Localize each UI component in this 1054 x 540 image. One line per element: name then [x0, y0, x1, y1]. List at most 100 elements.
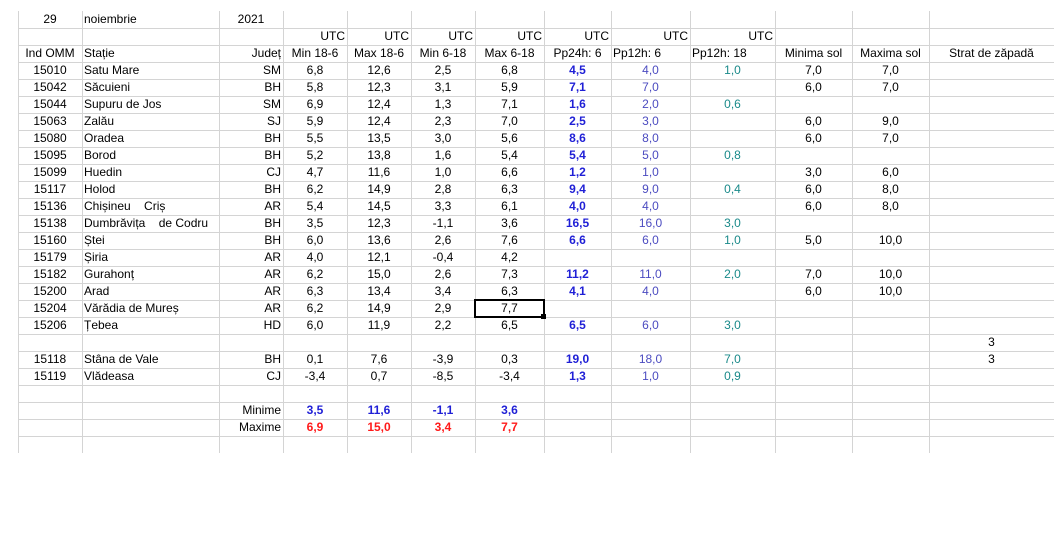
- max-6-18-cell[interactable]: 6,1: [477, 198, 542, 215]
- maxima-sol-cell: [854, 147, 927, 164]
- max-6-18-cell[interactable]: 6,3: [477, 283, 542, 300]
- date-year: 2021: [237, 12, 265, 26]
- station-id-cell: 15200: [33, 284, 67, 298]
- min-18-6-cell: 6,2: [306, 182, 324, 196]
- min-18-6-cell: 6,0: [306, 233, 324, 247]
- max-6-18-cell[interactable]: 7,1: [477, 96, 542, 113]
- pp24h-6-cell: 6,6: [569, 233, 586, 247]
- column-header: Pp24h: 6: [553, 46, 602, 60]
- county-cell: HD: [263, 318, 281, 332]
- max-6-18-cell[interactable]: 6,6: [477, 164, 542, 181]
- county-cell: BH: [264, 182, 281, 196]
- station-id-cell: 15042: [33, 80, 67, 94]
- max-18-6-cell: 12,4: [367, 114, 391, 128]
- county-cell: BH: [264, 80, 281, 94]
- min-6-18-cell: 2,9: [434, 301, 452, 315]
- minima-sol-cell: [777, 215, 850, 232]
- maxima-sol-cell: 10,0: [878, 267, 903, 281]
- pp12h-6-cell: 5,0: [642, 148, 659, 162]
- maxime-value: 6,9: [306, 420, 324, 434]
- min-18-6-cell: 5,8: [306, 80, 324, 94]
- county-cell: AR: [264, 199, 281, 213]
- max-6-18-cell[interactable]: -3,4: [477, 368, 542, 385]
- max-6-18-cell[interactable]: 6,5: [477, 317, 542, 334]
- county-cell: SM: [263, 63, 281, 77]
- max-6-18-cell[interactable]: 6,3: [477, 181, 542, 198]
- max-6-18-cell[interactable]: 6,8: [477, 62, 542, 79]
- pp24h-6-cell: 1,6: [569, 97, 586, 111]
- fill-handle[interactable]: [541, 314, 546, 319]
- pp12h-18-cell: [692, 164, 773, 181]
- spreadsheet-grid[interactable]: 29 noiembrie 2021 UTC UTC UTC UTC UTC UTC UTC Ind …: [18, 11, 1054, 453]
- maxima-sol-cell: [854, 96, 927, 113]
- pp12h-18-cell: [692, 113, 773, 130]
- max-6-18-cell[interactable]: [477, 334, 542, 351]
- snow-depth-cell: [931, 113, 1052, 130]
- county-cell: AR: [264, 267, 281, 281]
- date-month: noiembrie: [84, 12, 137, 26]
- maxima-sol-cell: [854, 215, 927, 232]
- station-name-cell: [84, 334, 217, 351]
- column-header: Pp12h: 6: [613, 46, 662, 60]
- max-6-18-cell[interactable]: 0,3: [477, 351, 542, 368]
- county-cell: [221, 334, 281, 351]
- minime-label: Minime: [242, 403, 281, 417]
- county-cell: AR: [264, 301, 281, 315]
- station-name-cell: Ștei: [84, 233, 105, 247]
- snow-depth-cell: [931, 368, 1052, 385]
- column-header: Min 6-18: [419, 46, 467, 60]
- max-6-18-cell[interactable]: 5,9: [477, 79, 542, 96]
- column-header: Pp12h: 18: [692, 46, 747, 60]
- gridline-horizontal: [18, 385, 1054, 386]
- max-6-18-cell[interactable]: 7,6: [477, 232, 542, 249]
- county-cell: BH: [264, 131, 281, 145]
- utc-label: UTC: [320, 29, 345, 43]
- column-header: Max 18-6: [353, 46, 405, 60]
- selected-cell-border[interactable]: [474, 299, 545, 318]
- max-6-18-cell[interactable]: 7,0: [477, 113, 542, 130]
- station-name-cell: Săcuieni: [84, 80, 131, 94]
- max-6-18-cell[interactable]: 5,6: [477, 130, 542, 147]
- max-18-6-cell: 12,4: [367, 97, 391, 111]
- max-18-6-cell: 0,7: [370, 369, 388, 383]
- max-18-6-cell: 13,8: [367, 148, 391, 162]
- county-cell: BH: [264, 148, 281, 162]
- minime-value: 3,5: [306, 403, 324, 417]
- max-6-18-cell[interactable]: 7,3: [477, 266, 542, 283]
- station-name-cell: Arad: [84, 284, 110, 298]
- pp24h-6-cell: 7,1: [569, 80, 586, 94]
- county-cell: BH: [264, 233, 281, 247]
- pp12h-18-cell: [692, 300, 773, 317]
- snow-depth-cell: [931, 62, 1052, 79]
- snow-depth-cell: 3: [988, 335, 995, 349]
- pp24h-6-cell: 1,3: [569, 369, 586, 383]
- station-name-cell: Țebea: [84, 318, 119, 332]
- utc-label: UTC: [748, 29, 773, 43]
- snow-depth-cell: [931, 198, 1052, 215]
- minima-sol-cell: 3,0: [805, 165, 822, 179]
- column-header: Minima sol: [784, 46, 843, 60]
- min-18-6-cell: 5,2: [306, 148, 324, 162]
- max-18-6-cell: 11,9: [367, 318, 391, 332]
- pp12h-18-cell: 3,0: [724, 216, 741, 230]
- pp24h-6-cell: 19,0: [565, 352, 590, 366]
- min-18-6-cell: 3,5: [306, 216, 324, 230]
- minima-sol-cell: 6,0: [805, 114, 822, 128]
- pp12h-18-cell: [692, 130, 773, 147]
- pp12h-18-cell: 0,8: [724, 148, 741, 162]
- pp24h-6-cell: 4,5: [569, 63, 586, 77]
- minima-sol-cell: [777, 96, 850, 113]
- pp12h-6-cell: 16,0: [638, 216, 663, 230]
- max-6-18-cell[interactable]: 4,2: [477, 249, 542, 266]
- station-name-cell: Vlădeasa: [84, 369, 135, 383]
- max-6-18-cell[interactable]: 5,4: [477, 147, 542, 164]
- snow-depth-cell: [931, 130, 1052, 147]
- min-18-6-cell: 6,2: [306, 267, 324, 281]
- max-6-18-cell[interactable]: 3,6: [477, 215, 542, 232]
- snow-depth-cell: [931, 181, 1052, 198]
- minima-sol-cell: 6,0: [805, 131, 822, 145]
- station-name-cell: Șiria: [84, 250, 109, 264]
- maxima-sol-cell: 7,0: [882, 63, 899, 77]
- station-name-cell: Gurahonț: [84, 267, 135, 281]
- pp12h-6-cell: 3,0: [642, 114, 659, 128]
